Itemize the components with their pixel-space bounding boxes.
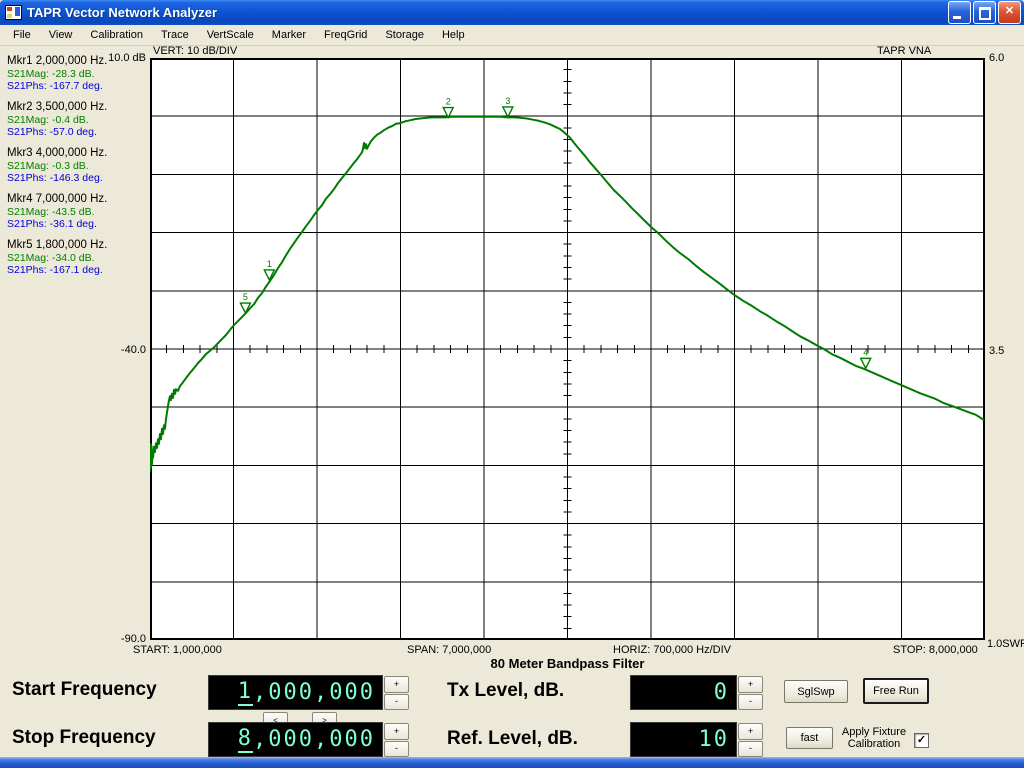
stop-frequency-display[interactable]: 8,000,000 [208,722,383,757]
close-icon: ✕ [1005,5,1014,17]
menu-item-storage[interactable]: Storage [376,26,433,44]
marker-info-mkr4: Mkr4 7,000,000 Hz.S21Mag: -43.5 dB.S21Ph… [7,193,147,230]
menu-item-trace[interactable]: Trace [152,26,198,44]
menubar: FileViewCalibrationTraceVertScaleMarkerF… [0,25,1024,46]
menu-item-view[interactable]: View [40,26,82,44]
stop-frequency-increment-button[interactable]: + [384,723,409,740]
window-title: TAPR Vector Network Analyzer [27,5,948,20]
marker-info-mkr2: Mkr2 3,500,000 Hz.S21Mag: -0.4 dB.S21Phs… [7,101,147,138]
menu-item-vertscale[interactable]: VertScale [198,26,263,44]
chart-title: 80 Meter Bandpass Filter [150,656,985,671]
taskbar-edge [0,757,1024,768]
free-run-button[interactable]: Free Run [863,678,929,704]
vert-scale-label: VERT: 10 dB/DIV [153,45,237,57]
vna-application-window: TAPR Vector Network Analyzer ✕ FileViewC… [0,0,1024,768]
fast-sweep-button[interactable]: fast [786,727,833,749]
marker-info-mkr3: Mkr3 4,000,000 Hz.S21Mag: -0.3 dB.S21Phs… [7,147,147,184]
marker-s21-phase: S21Phs: -146.3 deg. [7,172,147,184]
chart-marker-5-number: 5 [243,292,248,302]
start-frequency-display[interactable]: 1,000,000 [208,675,383,710]
start-freq-axis-label: START: 1,000,000 [133,644,222,656]
swr-axis-top-label: 6.0 [989,52,1004,64]
marker-s21-magnitude: S21Mag: -0.3 dB. [7,160,147,172]
chart-marker-3-icon [503,107,513,117]
marker-s21-magnitude: S21Mag: -34.0 dB. [7,252,147,264]
chart-marker-2-number: 2 [446,97,451,107]
marker-s21-phase: S21Phs: -57.0 deg. [7,126,147,138]
stop-freq-axis-label: STOP: 8,000,000 [893,644,978,656]
chart-marker-4-icon [861,358,871,368]
marker-frequency: Mkr2 3,500,000 Hz. [7,101,147,114]
marker-frequency: Mkr4 7,000,000 Hz. [7,193,147,206]
close-button[interactable]: ✕ [998,1,1021,24]
marker-frequency: Mkr5 1,800,000 Hz. [7,239,147,252]
tx-level-decrement-button[interactable]: - [738,694,763,711]
chart-marker-1-number: 1 [267,259,272,269]
y-axis-mid-label: -40.0 [98,344,146,356]
swr-axis-mid-label: 3.5 [989,345,1004,357]
apply-fixture-calibration-label: Apply Fixture Calibration [838,727,910,750]
horiz-scale-axis-label: HORIZ: 700,000 Hz/DIV [613,644,731,656]
app-icon [5,5,22,20]
maximize-icon [979,7,991,20]
start-frequency-decrement-button[interactable]: - [384,694,409,711]
single-sweep-button[interactable]: SglSwp [784,680,848,703]
s21-trace-chart: 1 2 3 4 5 [150,58,985,640]
ref-level-decrement-button[interactable]: - [738,741,763,758]
start-frequency-label: Start Frequency [12,679,157,701]
marker-info-mkr5: Mkr5 1,800,000 Hz.S21Mag: -34.0 dB.S21Ph… [7,239,147,276]
tx-level-label: Tx Level, dB. [447,680,564,702]
instrument-label: TAPR VNA [877,45,931,57]
stop-frequency-label: Stop Frequency [12,727,156,749]
chart-marker-3-number: 3 [505,96,510,106]
minimize-icon [953,16,961,19]
span-axis-label: SPAN: 7,000,000 [407,644,491,656]
tx-level-increment-button[interactable]: + [738,676,763,693]
minimize-button[interactable] [948,1,971,24]
marker-s21-phase: S21Phs: -167.7 deg. [7,80,147,92]
ref-level-label: Ref. Level, dB. [447,728,578,750]
maximize-button[interactable] [973,1,996,24]
marker-frequency: Mkr3 4,000,000 Hz. [7,147,147,160]
titlebar: TAPR Vector Network Analyzer ✕ [0,0,1024,25]
menu-item-calibration[interactable]: Calibration [81,26,152,44]
marker-s21-magnitude: S21Mag: -28.3 dB. [7,68,147,80]
marker-readout-panel: Mkr1 2,000,000 Hz.S21Mag: -28.3 dB.S21Ph… [7,55,147,285]
menu-item-marker[interactable]: Marker [263,26,315,44]
y-axis-top-label: 10.0 dB [98,52,146,64]
ref-level-increment-button[interactable]: + [738,723,763,740]
tx-level-display[interactable]: 0 [630,675,737,710]
ref-level-display[interactable]: 10 [630,722,737,757]
chart-marker-4-number: 4 [863,347,868,357]
start-frequency-increment-button[interactable]: + [384,676,409,693]
swr-axis-bottom-label: 1.0SWR [987,638,1024,650]
marker-s21-magnitude: S21Mag: -43.5 dB. [7,206,147,218]
marker-s21-phase: S21Phs: -167.1 deg. [7,264,147,276]
marker-s21-magnitude: S21Mag: -0.4 dB. [7,114,147,126]
apply-fixture-calibration-checkbox[interactable]: ✓ [914,733,929,748]
marker-s21-phase: S21Phs: -36.1 deg. [7,218,147,230]
menu-item-help[interactable]: Help [433,26,474,44]
menu-item-file[interactable]: File [4,26,40,44]
menu-item-freqgrid[interactable]: FreqGrid [315,26,376,44]
stop-frequency-decrement-button[interactable]: - [384,741,409,758]
